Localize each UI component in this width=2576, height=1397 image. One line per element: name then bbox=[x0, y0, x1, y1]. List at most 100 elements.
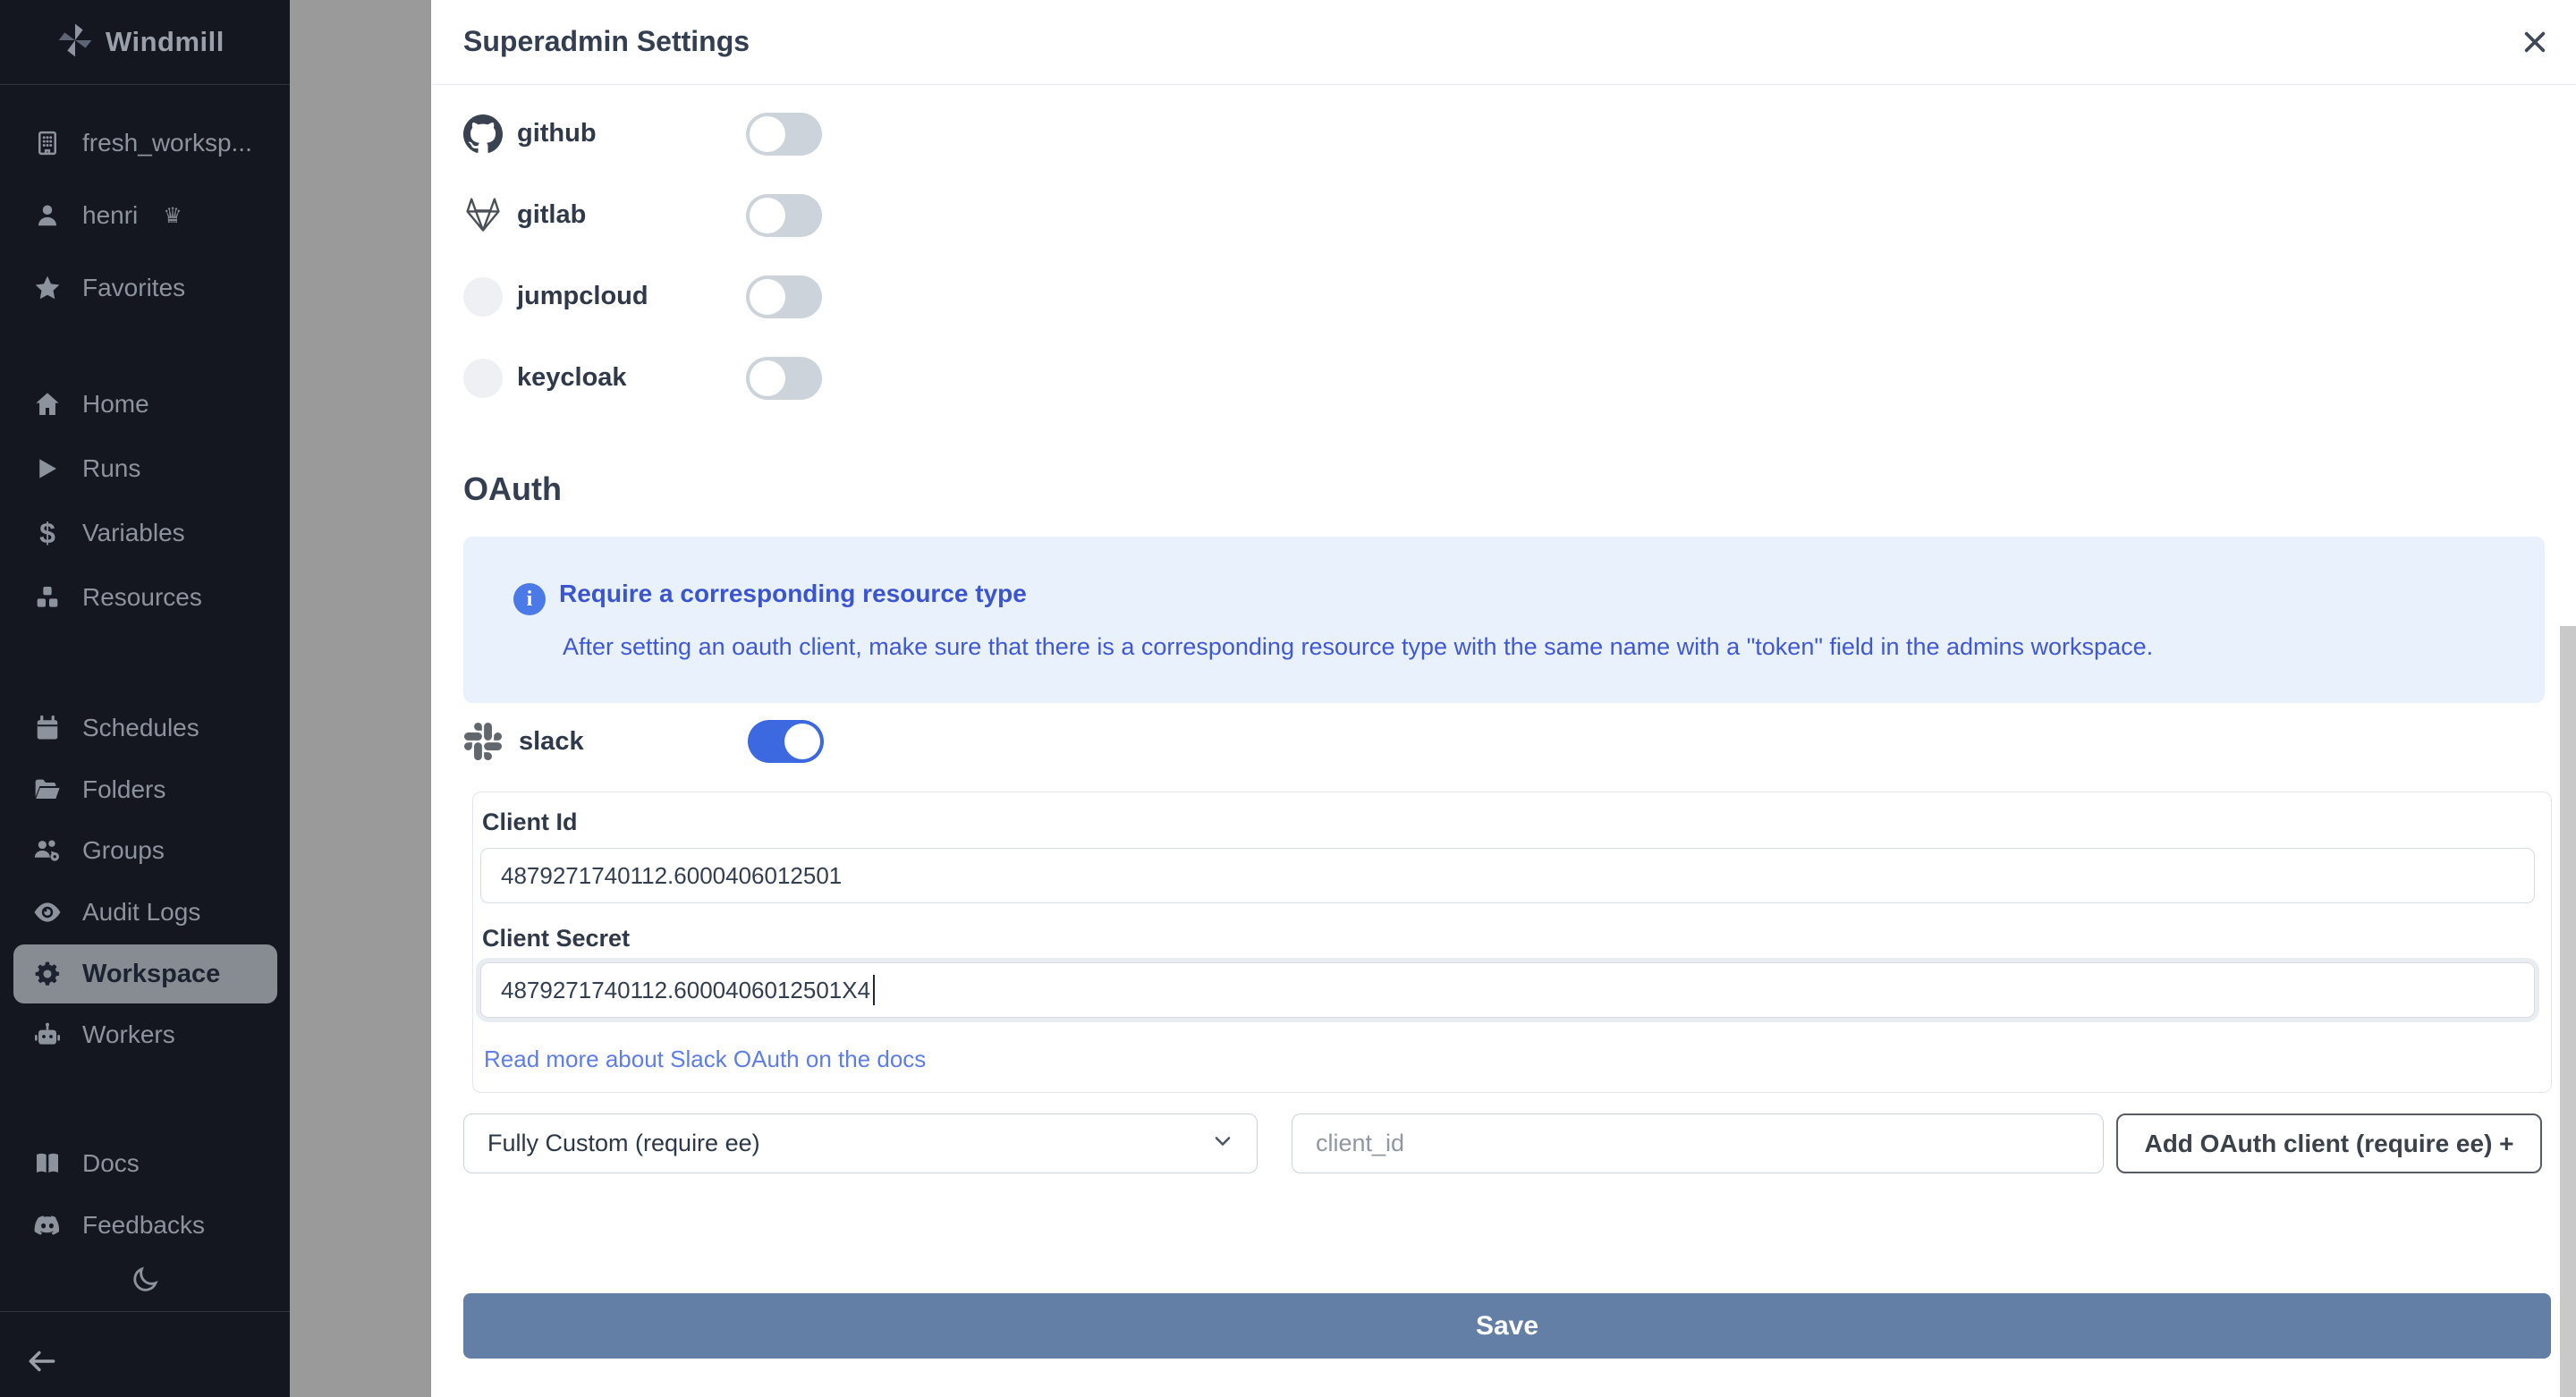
sso-provider-list: github gitlab jumpcloud keycloak bbox=[463, 93, 2544, 419]
info-banner-body: After setting an oauth client, make sure… bbox=[563, 633, 2154, 660]
collapse-sidebar-button[interactable] bbox=[25, 1338, 59, 1388]
oauth-kind-select[interactable]: Fully Custom (require ee) bbox=[463, 1113, 1258, 1173]
sidebar-item-groups[interactable]: Groups bbox=[32, 826, 165, 876]
info-banner bbox=[463, 537, 2545, 703]
windmill-logo-icon bbox=[57, 22, 93, 63]
blank-circle-icon bbox=[463, 358, 503, 398]
client-id-value: 4879271740112.6000406012501 bbox=[501, 861, 843, 889]
toggle-knob bbox=[784, 724, 820, 759]
add-oauth-client-button[interactable]: Add OAuth client (require ee) + bbox=[2116, 1113, 2542, 1173]
sidebar-item-home[interactable]: Home bbox=[32, 379, 149, 429]
home-icon bbox=[32, 390, 63, 419]
book-icon bbox=[32, 1149, 63, 1178]
provider-row-jumpcloud: jumpcloud bbox=[463, 256, 2544, 337]
sidebar-item-workspace-switcher[interactable]: fresh_worksp... bbox=[32, 118, 252, 168]
chevron-down-icon bbox=[1210, 1129, 1235, 1158]
sidebar-item-runs[interactable]: Runs bbox=[32, 444, 140, 494]
close-button[interactable] bbox=[2519, 27, 2551, 59]
oauth-kind-selected-value: Fully Custom (require ee) bbox=[487, 1130, 760, 1156]
moon-icon bbox=[130, 1265, 160, 1300]
sidebar-item-feedbacks[interactable]: Feedbacks bbox=[32, 1200, 205, 1250]
dollar-icon: $ bbox=[39, 516, 55, 549]
discord-icon bbox=[32, 1211, 63, 1240]
sidebar-item-docs[interactable]: Docs bbox=[32, 1139, 140, 1189]
sidebar-item-label: Feedbacks bbox=[82, 1211, 205, 1239]
github-toggle[interactable] bbox=[746, 112, 822, 156]
info-icon: i bbox=[513, 583, 546, 615]
sidebar-item-favorites[interactable]: Favorites bbox=[32, 263, 185, 313]
eye-icon bbox=[32, 897, 63, 927]
calendar-icon bbox=[32, 715, 63, 741]
sidebar-item-workers[interactable]: Workers bbox=[32, 1010, 175, 1060]
slack-oauth-docs-link[interactable]: Read more about Slack OAuth on the docs bbox=[484, 1046, 926, 1073]
blank-circle-icon bbox=[463, 276, 503, 317]
client-secret-input[interactable]: 4879271740112.6000406012501X4 bbox=[480, 962, 2535, 1018]
toggle-knob bbox=[750, 360, 785, 396]
sidebar-item-label: Runs bbox=[82, 454, 141, 482]
sidebar-item-resources[interactable]: Resources bbox=[32, 572, 202, 622]
sidebar-item-label: Schedules bbox=[82, 714, 199, 741]
client-secret-label: Client Secret bbox=[482, 925, 631, 952]
sidebar-item-label: Home bbox=[82, 390, 149, 418]
app-logo-text: Windmill bbox=[106, 26, 225, 57]
vertical-scrollbar[interactable] bbox=[2560, 626, 2576, 1397]
new-client-id-input[interactable] bbox=[1292, 1113, 2104, 1173]
sidebar-item-label: Workers bbox=[82, 1020, 175, 1048]
users-icon bbox=[32, 835, 63, 866]
jumpcloud-toggle[interactable] bbox=[746, 275, 822, 318]
info-banner-title: Require a corresponding resource type bbox=[559, 580, 1027, 607]
app-logo[interactable]: Windmill bbox=[0, 0, 290, 85]
robot-icon bbox=[32, 1020, 63, 1049]
provider-label: gitlab bbox=[517, 200, 587, 229]
building-icon bbox=[32, 130, 63, 157]
modal-header: Superadmin Settings bbox=[431, 0, 2576, 85]
sidebar-item-label: Favorites bbox=[82, 274, 186, 301]
sidebar-item-audit-logs[interactable]: Audit Logs bbox=[32, 887, 200, 937]
sidebar-item-variables[interactable]: $ Variables bbox=[32, 508, 185, 558]
username: henri bbox=[82, 201, 139, 229]
sidebar-item-label: Workspace bbox=[82, 959, 221, 988]
sidebar: Windmill fresh_worksp... henri ♛ Favorit… bbox=[0, 0, 290, 1397]
superadmin-crown-icon: ♛ bbox=[163, 203, 182, 228]
cubes-icon bbox=[32, 583, 63, 612]
client-id-label: Client Id bbox=[482, 809, 578, 835]
play-icon bbox=[32, 455, 63, 482]
sidebar-item-label: Folders bbox=[82, 775, 166, 803]
sidebar-divider bbox=[0, 1311, 290, 1312]
sidebar-item-folders[interactable]: Folders bbox=[32, 765, 165, 815]
close-icon bbox=[2521, 28, 2549, 59]
provider-label: jumpcloud bbox=[517, 282, 648, 310]
gear-icon bbox=[32, 960, 63, 988]
slack-icon bbox=[463, 722, 503, 761]
sidebar-item-workspace[interactable]: Workspace bbox=[13, 944, 277, 1003]
github-icon bbox=[463, 114, 503, 154]
sidebar-item-label: Resources bbox=[82, 583, 202, 611]
sidebar-item-user[interactable]: henri ♛ bbox=[32, 190, 182, 241]
arrow-left-icon bbox=[25, 1344, 59, 1383]
slack-oauth-config-box: Client Id 4879271740112.6000406012501 Cl… bbox=[472, 792, 2552, 1093]
provider-label: slack bbox=[519, 726, 584, 756]
keycloak-toggle[interactable] bbox=[746, 356, 822, 400]
save-button[interactable]: Save bbox=[463, 1293, 2551, 1359]
gitlab-toggle[interactable] bbox=[746, 193, 822, 237]
provider-row-slack: slack bbox=[463, 720, 824, 763]
toggle-knob bbox=[750, 278, 785, 315]
star-icon bbox=[32, 274, 63, 302]
toggle-knob bbox=[750, 115, 785, 152]
page-title: Superadmin Settings bbox=[463, 25, 750, 57]
provider-label: github bbox=[517, 119, 597, 148]
provider-row-github: github bbox=[463, 93, 2544, 174]
sidebar-item-label: Docs bbox=[82, 1149, 140, 1177]
theme-toggle[interactable] bbox=[0, 1265, 290, 1300]
modal-backdrop[interactable] bbox=[290, 0, 431, 1397]
app-root: Windmill fresh_worksp... henri ♛ Favorit… bbox=[0, 0, 2576, 1397]
superadmin-settings-modal: Superadmin Settings github gitlab jumpcl… bbox=[431, 0, 2576, 1397]
provider-label: keycloak bbox=[517, 363, 627, 392]
sidebar-item-schedules[interactable]: Schedules bbox=[32, 703, 199, 753]
client-secret-value: 4879271740112.6000406012501X4 bbox=[501, 976, 871, 1003]
slack-toggle[interactable] bbox=[748, 720, 824, 763]
text-caret bbox=[873, 975, 876, 1005]
oauth-section-heading: OAuth bbox=[463, 470, 562, 507]
client-id-input[interactable]: 4879271740112.6000406012501 bbox=[480, 848, 2535, 903]
sidebar-item-label: Groups bbox=[82, 836, 165, 864]
